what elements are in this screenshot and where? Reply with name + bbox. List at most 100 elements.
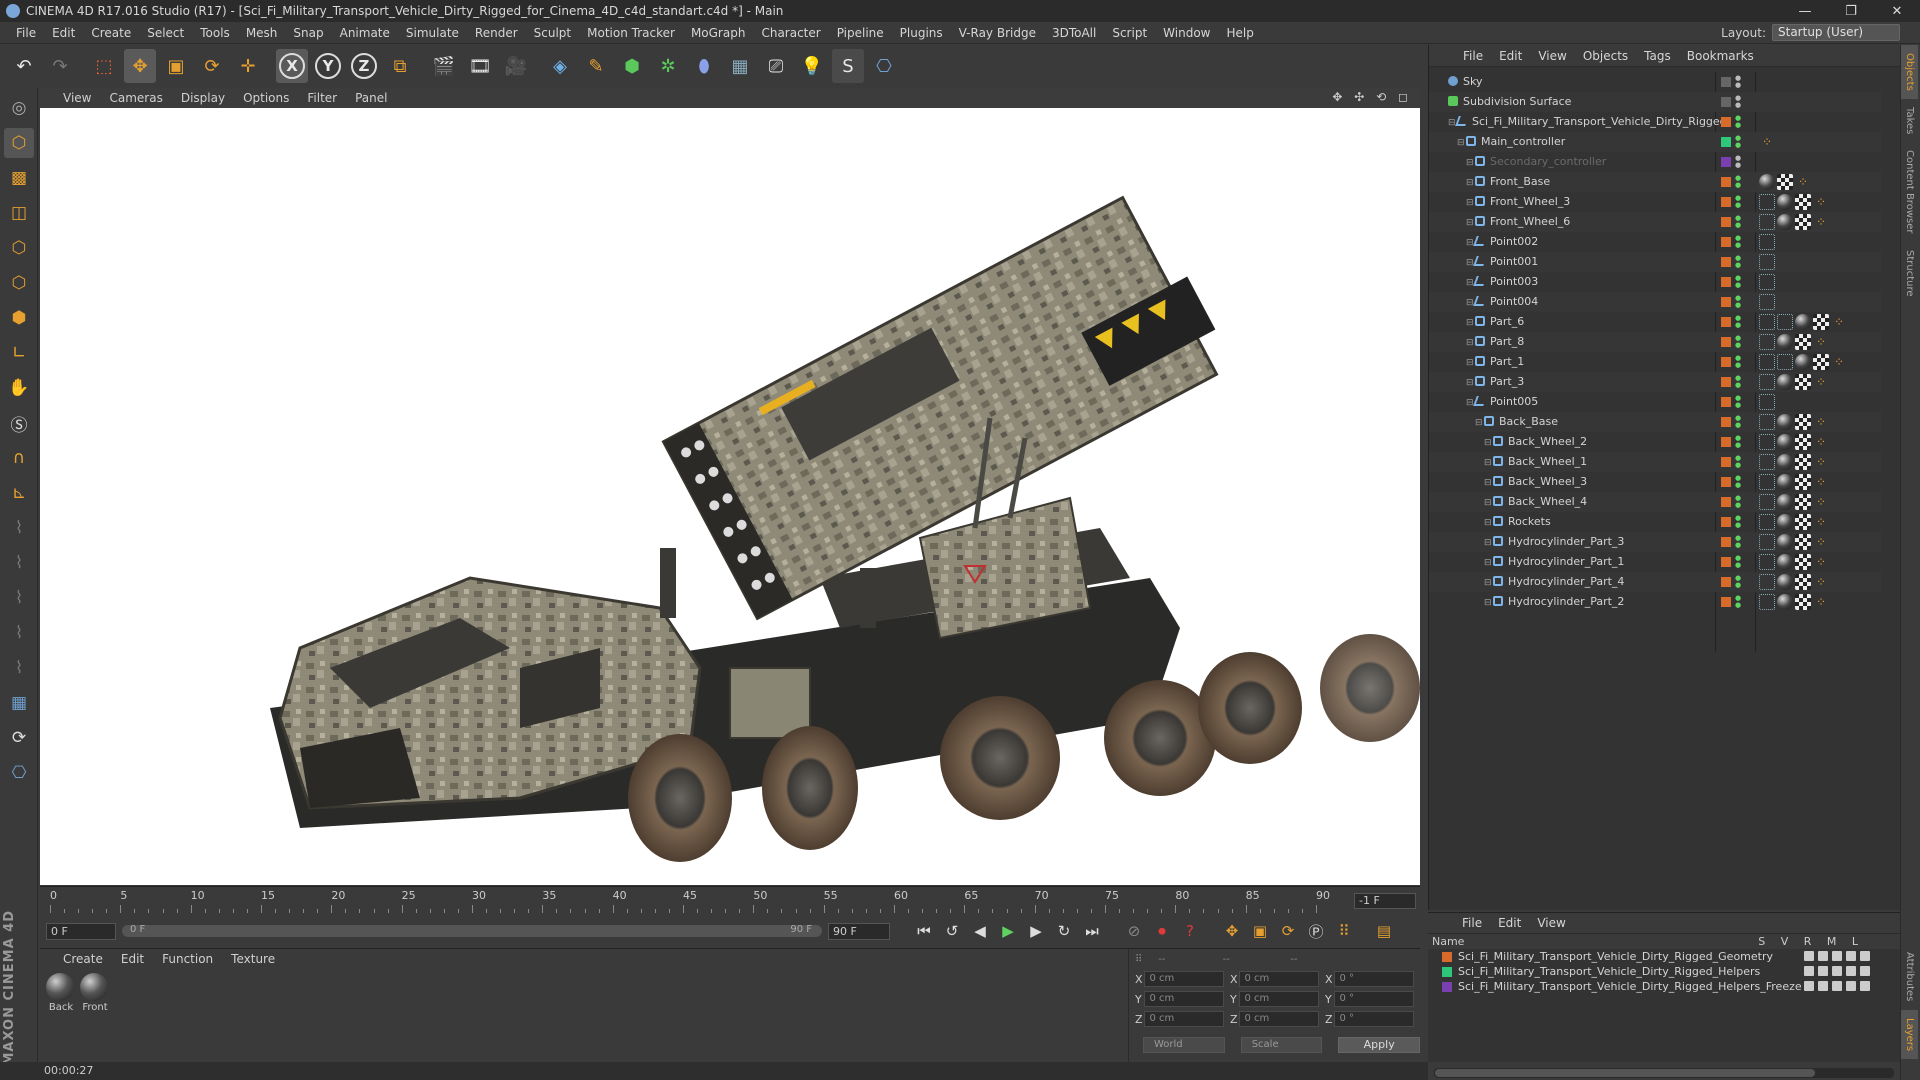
- play-icon[interactable]: ▶: [996, 919, 1020, 943]
- menu-mesh[interactable]: Mesh: [238, 26, 286, 40]
- animation-tool-icon[interactable]: ⟳: [4, 723, 34, 753]
- object-row[interactable]: ⊟ Rockets ● ● ⁘: [1429, 512, 1881, 532]
- ik-tag-icon[interactable]: [1759, 574, 1775, 590]
- cube-icon[interactable]: ◈: [544, 49, 576, 83]
- texture-tag-icon[interactable]: [1795, 434, 1811, 450]
- visibility-dots-icon[interactable]: ● ●: [1735, 575, 1741, 589]
- visibility-dots-icon[interactable]: ● ●: [1735, 475, 1741, 489]
- visibility-dots-icon[interactable]: ● ●: [1735, 295, 1741, 309]
- side-tab-layers[interactable]: Layers: [1901, 1009, 1918, 1059]
- expand-icon[interactable]: ⊟: [1466, 158, 1475, 168]
- visibility-dots-icon[interactable]: ● ●: [1735, 495, 1741, 509]
- menu-render[interactable]: Render: [467, 26, 526, 40]
- x-axis-lock-icon[interactable]: X: [276, 49, 308, 83]
- material-tag-icon[interactable]: [1795, 314, 1811, 330]
- key-position-icon[interactable]: ✥: [1220, 919, 1244, 943]
- coord-field-a[interactable]: 0 cm: [1144, 991, 1224, 1007]
- texture-tag-icon[interactable]: [1795, 474, 1811, 490]
- snap-icon[interactable]: ∩: [4, 443, 34, 473]
- constraint-tag-icon[interactable]: ⁘: [1813, 514, 1829, 530]
- viewport-menu-panel[interactable]: Panel: [346, 91, 396, 105]
- close-button[interactable]: ✕: [1874, 0, 1920, 22]
- constraint-tag-icon[interactable]: ⁘: [1813, 414, 1829, 430]
- material-menu-texture[interactable]: Texture: [222, 952, 284, 966]
- visibility-dots-icon[interactable]: ● ●: [1735, 335, 1741, 349]
- viewport-menu-filter[interactable]: Filter: [298, 91, 346, 105]
- visibility-dots-icon[interactable]: ● ●: [1735, 355, 1741, 369]
- goto-prev-key-icon[interactable]: ↺: [940, 919, 964, 943]
- object-row[interactable]: ⊟ Hydrocylinder_Part_1 ● ● ⁘: [1429, 552, 1881, 572]
- layer-color-swatch[interactable]: [1721, 457, 1731, 467]
- visibility-dots-icon[interactable]: ● ●: [1735, 115, 1741, 129]
- material-tag-icon[interactable]: [1759, 174, 1775, 190]
- layer-color-swatch[interactable]: [1721, 217, 1731, 227]
- object-row[interactable]: ⊟ Point002 ● ●: [1429, 232, 1881, 252]
- material-tag-icon[interactable]: [1777, 454, 1793, 470]
- key-parameter-icon[interactable]: Ⓟ: [1304, 919, 1328, 943]
- constraint-tag-icon[interactable]: ⁘: [1759, 134, 1775, 150]
- viewport-menu-cameras[interactable]: Cameras: [100, 91, 171, 105]
- object-row[interactable]: ⊟ Part_6 ● ● ⁘: [1429, 312, 1881, 332]
- layer-row[interactable]: Sci_Fi_Military_Transport_Vehicle_Dirty_…: [1428, 964, 1900, 979]
- key-pla-icon[interactable]: ⠿: [1332, 919, 1356, 943]
- goto-start-icon[interactable]: ⏮: [912, 919, 936, 943]
- layer-flag-icon[interactable]: [1832, 981, 1842, 991]
- python-icon[interactable]: ⎔: [868, 49, 900, 83]
- record-active-icon[interactable]: ⊘: [1122, 919, 1146, 943]
- ik-tag-icon[interactable]: [1759, 354, 1775, 370]
- side-tab-structure[interactable]: Structure: [1901, 242, 1918, 305]
- visibility-dots-icon[interactable]: ● ●: [1735, 435, 1741, 449]
- layer-flag-icon[interactable]: [1846, 966, 1856, 976]
- layout-dropdown[interactable]: Startup (User): [1772, 24, 1900, 41]
- expand-icon[interactable]: ⊟: [1484, 538, 1493, 548]
- expand-icon[interactable]: ⊟: [1484, 578, 1493, 588]
- python-script-icon[interactable]: ⎔: [4, 758, 34, 788]
- expand-icon[interactable]: ⊟: [1466, 358, 1475, 368]
- visibility-dots-icon[interactable]: ● ●: [1735, 215, 1741, 229]
- constraint-tag-icon[interactable]: ⁘: [1813, 574, 1829, 590]
- workplane-icon[interactable]: ◫: [4, 198, 34, 228]
- object-row[interactable]: ⊟ Point005 ● ●: [1429, 392, 1881, 412]
- ik-tag-icon[interactable]: [1759, 194, 1775, 210]
- layer-flag-icons[interactable]: [1800, 981, 1870, 991]
- material-front[interactable]: Front: [80, 973, 110, 1013]
- layer-flag-icon[interactable]: [1804, 951, 1814, 961]
- deformer-icon[interactable]: ⬮: [688, 49, 720, 83]
- constraint-tag-icon[interactable]: ⁘: [1795, 174, 1811, 190]
- goto-end-icon[interactable]: ⏭: [1080, 919, 1104, 943]
- layer-flag-icons[interactable]: [1800, 951, 1870, 961]
- constraint-tag-icon[interactable]: ⁘: [1813, 554, 1829, 570]
- layer-color-swatch[interactable]: [1721, 177, 1731, 187]
- viewport-nav-icons[interactable]: ✥ ✣ ⟲ ◻: [1332, 90, 1412, 104]
- ik-tag-icon[interactable]: [1759, 414, 1775, 430]
- magnet-tool-icon[interactable]: ⌇: [4, 618, 34, 648]
- layer-flag-icon[interactable]: [1818, 966, 1828, 976]
- object-row[interactable]: ⊟ Front_Base ● ● ⁘: [1429, 172, 1881, 192]
- layer-flag-icon[interactable]: [1846, 981, 1856, 991]
- ik-tag-icon[interactable]: [1759, 234, 1775, 250]
- visibility-dots-icon[interactable]: ● ●: [1735, 235, 1741, 249]
- object-row[interactable]: ⊟ Hydrocylinder_Part_2 ● ● ⁘: [1429, 592, 1881, 612]
- maximize-button[interactable]: ❐: [1828, 0, 1874, 22]
- layer-row[interactable]: Sci_Fi_Military_Transport_Vehicle_Dirty_…: [1428, 949, 1900, 964]
- keyframe-selection-icon[interactable]: ?: [1178, 919, 1202, 943]
- object-row[interactable]: ⊟ Sci_Fi_Military_Transport_Vehicle_Dirty…: [1429, 112, 1881, 132]
- undo-icon[interactable]: ↶: [8, 49, 40, 83]
- menu-simulate[interactable]: Simulate: [398, 26, 467, 40]
- preview-range-slider[interactable]: 0 F 90 F: [122, 924, 822, 937]
- object-row[interactable]: ⊟ Point004 ● ●: [1429, 292, 1881, 312]
- layer-color-swatch[interactable]: [1721, 257, 1731, 267]
- subdivision-icon[interactable]: ⬢: [616, 49, 648, 83]
- coord-field-b[interactable]: 0 cm: [1239, 971, 1319, 987]
- menu-character[interactable]: Character: [753, 26, 828, 40]
- live-selection-icon[interactable]: ⬚: [88, 49, 120, 83]
- render-view-icon[interactable]: 🎬: [428, 49, 460, 83]
- material-tag-icon[interactable]: [1777, 474, 1793, 490]
- texture-tag-icon[interactable]: [1795, 594, 1811, 610]
- layer-color-swatch[interactable]: [1721, 157, 1731, 167]
- ik-tag-icon[interactable]: [1759, 314, 1775, 330]
- ik-tag-icon[interactable]: [1759, 454, 1775, 470]
- layer-flag-icon[interactable]: [1832, 951, 1842, 961]
- constraint-tag-icon[interactable]: ⁘: [1813, 214, 1829, 230]
- material-tag-icon[interactable]: [1777, 194, 1793, 210]
